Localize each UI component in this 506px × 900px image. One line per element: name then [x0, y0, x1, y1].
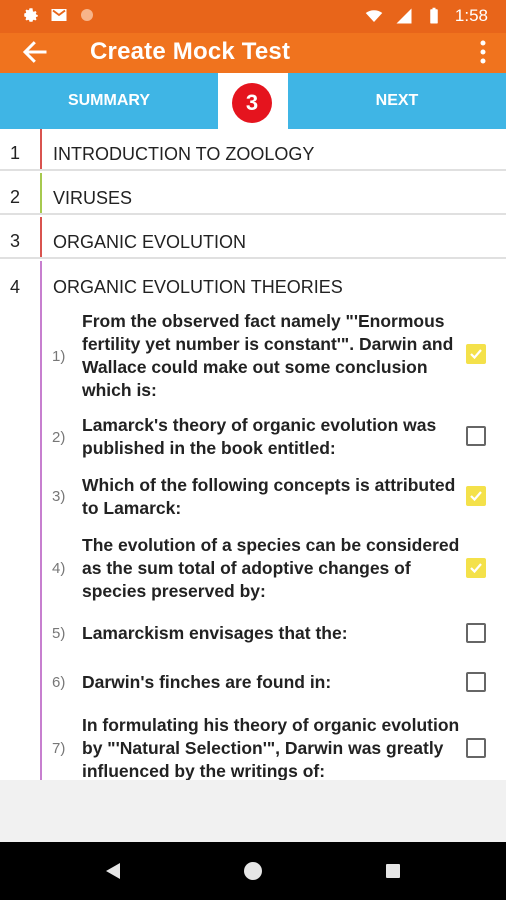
tab-bar: SUMMARY 3 NEXT [0, 73, 506, 129]
nav-back-icon[interactable] [104, 862, 122, 880]
count-badge: 3 [232, 83, 272, 123]
chapter-number: 4 [10, 277, 21, 297]
nav-home-icon[interactable] [244, 862, 262, 880]
tab-summary[interactable]: SUMMARY [0, 73, 218, 129]
chapter-title: INTRODUCTION TO ZOOLOGY [53, 144, 315, 164]
chapter-color-bar [40, 173, 42, 213]
status-icons-left [22, 6, 96, 24]
chapter-row[interactable]: 1 INTRODUCTION TO ZOOLOGY [0, 129, 506, 171]
question-number: 1) [52, 348, 66, 365]
app-bar: Create Mock Test [0, 33, 506, 73]
question-checkbox[interactable] [466, 672, 486, 692]
question-number: 4) [52, 560, 66, 577]
chapter-number: 1 [10, 143, 21, 163]
question-number: 2) [52, 429, 66, 446]
tab-next[interactable]: NEXT [288, 73, 506, 129]
more-vert-icon[interactable] [478, 39, 488, 65]
chapter-color-bar [40, 261, 42, 780]
chapter-list: 1 INTRODUCTION TO ZOOLOGY 2 VIRUSES 3 OR… [0, 129, 506, 780]
check-icon [470, 563, 482, 574]
question-checkbox[interactable] [466, 344, 486, 364]
chapter-number: 3 [10, 231, 21, 251]
question-text: From the observed fact namely "'Enormous… [82, 311, 454, 400]
bottom-spacer [0, 780, 506, 842]
question-text: Lamarck's theory of organic evolution wa… [82, 415, 437, 458]
arrow-left-icon[interactable] [20, 37, 50, 67]
question-text: Darwin's finches are found in: [82, 672, 332, 692]
status-time: 1:58 [454, 6, 488, 25]
question-text: Lamarckism envisages that the: [82, 623, 348, 643]
nav-recents-icon[interactable] [386, 864, 400, 878]
chapter-row[interactable]: 2 VIRUSES [0, 173, 506, 215]
battery-icon [430, 7, 438, 24]
question-checkbox[interactable] [466, 558, 486, 578]
status-bar: 1:58 [0, 0, 506, 33]
dot-icon [81, 9, 93, 21]
question-checkbox[interactable] [466, 486, 486, 506]
question-text: The evolution of a species can be consid… [82, 535, 460, 601]
chapter-row[interactable]: 3 ORGANIC EVOLUTION [0, 217, 506, 259]
check-icon [470, 349, 482, 360]
question-number: 7) [52, 740, 66, 757]
system-nav-bar [0, 842, 506, 900]
question-checkbox[interactable] [466, 738, 486, 758]
status-icons-right: 1:58 [365, 6, 488, 26]
question-text: Which of the following concepts is attri… [82, 475, 456, 518]
chapter-title: VIRUSES [53, 188, 133, 208]
chapter-title: ORGANIC EVOLUTION [53, 232, 247, 252]
question-number: 3) [52, 488, 66, 505]
chapter-color-bar [40, 217, 42, 257]
check-icon [470, 491, 482, 502]
gear-icon [24, 8, 38, 22]
question-number: 5) [52, 625, 66, 642]
gmail-icon [51, 9, 67, 21]
question-checkbox[interactable] [466, 426, 486, 446]
question-number: 6) [52, 674, 66, 691]
question-text: In formulating his theory of organic evo… [82, 715, 460, 780]
chapter-color-bar [40, 129, 42, 169]
tab-selected-count[interactable]: 3 [218, 73, 288, 129]
question-checkbox[interactable] [466, 623, 486, 643]
chapter-number: 2 [10, 187, 21, 207]
signal-icon [396, 8, 412, 24]
page-title: Create Mock Test [90, 38, 291, 65]
wifi-icon [365, 10, 383, 22]
chapter-title[interactable]: ORGANIC EVOLUTION THEORIES [53, 277, 343, 298]
